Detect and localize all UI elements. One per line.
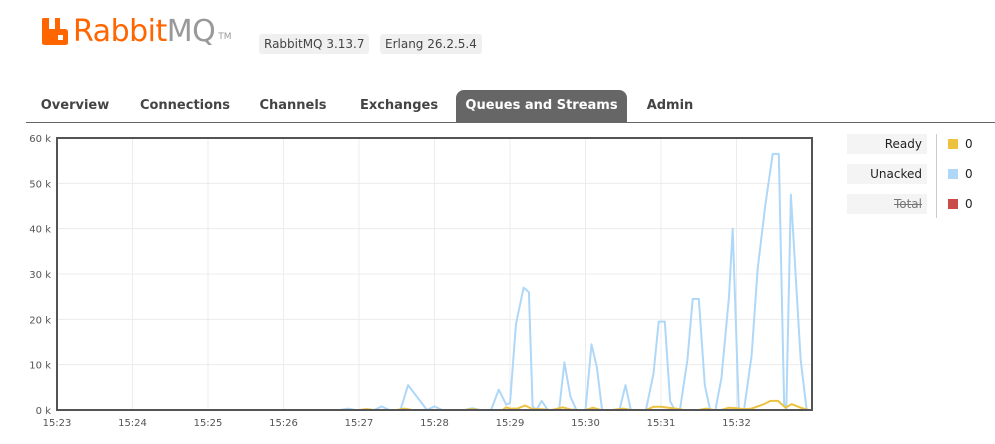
y-tick-label: 60 k [29,134,51,145]
y-tick-label: 40 k [29,225,51,236]
y-tick-label: 10 k [29,361,51,372]
x-tick-label: 15:27 [345,418,374,429]
legend-divider [936,134,937,218]
legend-total-value: 0 [965,197,973,211]
legend-ready-value: 0 [965,137,973,151]
y-tick-label: 0 k [36,406,52,417]
x-tick-label: 15:32 [722,418,751,429]
series-line-unacked [57,152,808,411]
rabbitmq-logo-icon [42,18,68,45]
x-tick-label: 15:28 [420,418,449,429]
tab-exchanges[interactable]: Exchanges [348,90,450,122]
x-tick-label: 15:26 [269,418,298,429]
legend-ready-swatch [948,139,958,149]
legend-unacked-label[interactable]: Unacked [847,164,927,184]
rabbitmq-version-badge: RabbitMQ 3.13.7 [259,34,370,54]
tab-admin[interactable]: Admin [632,90,708,122]
series-line-ready [57,399,809,411]
x-tick-label: 15:29 [496,418,525,429]
y-tick-label: 50 k [29,179,51,190]
logo-trademark: TM [218,32,232,42]
legend-total-swatch [948,199,958,209]
legend-total-label[interactable]: Total [847,194,927,214]
legend-unacked-value: 0 [965,167,973,181]
x-tick-label: 15:30 [571,418,600,429]
x-tick-label: 15:31 [647,418,676,429]
y-tick-label: 20 k [29,315,51,326]
x-tick-label: 15:24 [118,418,147,429]
y-tick-label: 30 k [29,270,51,281]
erlang-version-badge: Erlang 26.2.5.4 [380,34,482,54]
tab-connections[interactable]: Connections [130,90,240,122]
tab-channels[interactable]: Channels [248,90,338,122]
rabbitmq-logo: RabbitMQ TM [40,16,232,48]
legend-ready-label[interactable]: Ready [847,134,927,154]
tab-queues-and-streams[interactable]: Queues and Streams [456,90,627,122]
tab-overview[interactable]: Overview [26,90,124,122]
main-tabs: Overview Connections Channels Exchanges … [26,90,995,123]
x-tick-label: 15:25 [194,418,223,429]
logo-text-rabbit: Rabbit [73,14,167,49]
x-tick-label: 15:23 [43,418,72,429]
legend-unacked-swatch [948,169,958,179]
logo-text-mq: MQ [166,14,216,49]
queued-messages-chart: 0 k 10 k 20 k 30 k 40 k 50 k 60 k 15:23 15:24 15:… [29,134,813,429]
